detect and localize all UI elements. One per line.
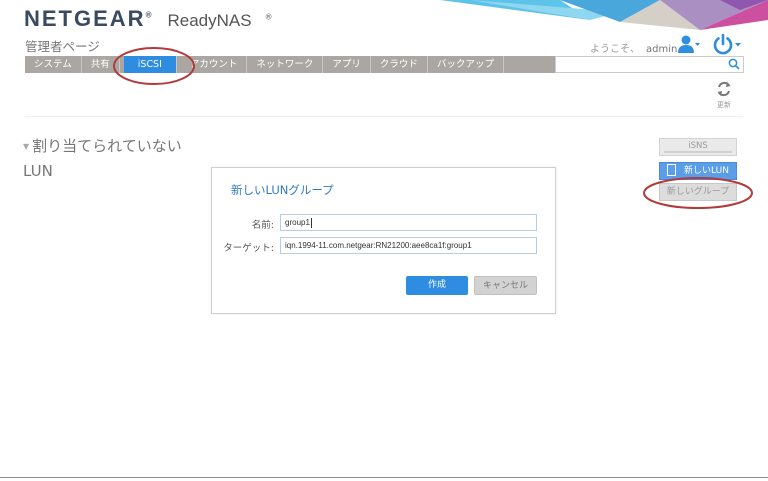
username: admin (646, 44, 678, 55)
divider (25, 116, 743, 117)
refresh-button[interactable]: 更新 (711, 80, 737, 112)
collapse-arrow-icon[interactable]: ▼ (23, 142, 29, 151)
tab-network[interactable]: ネットワーク (247, 56, 324, 73)
document-icon (667, 163, 677, 176)
product-name: ReadyNAS (167, 11, 252, 30)
tab-system[interactable]: システム (25, 56, 82, 73)
target-field[interactable]: iqn.1994-11.com.netgear:RN21200:aee8ca1f… (280, 237, 537, 254)
search-input[interactable] (555, 56, 744, 73)
tab-apps[interactable]: アプリ (323, 56, 371, 73)
isns-button[interactable]: iSNS (659, 138, 737, 156)
new-lun-button[interactable]: 新しいLUN (659, 162, 737, 180)
footer-divider (0, 477, 768, 478)
name-label: 名前: (251, 220, 274, 231)
refresh-label: 更新 (717, 101, 731, 109)
tab-shares[interactable]: 共有 (82, 56, 120, 73)
main-nav: システム 共有 iSCSI アカウント ネットワーク アプリ クラウド バックア… (25, 56, 555, 73)
new-group-button[interactable]: 新しいグループ (659, 183, 737, 201)
brand-name: NETGEAR (24, 6, 146, 31)
refresh-icon (717, 81, 731, 97)
text-cursor (310, 217, 312, 228)
page-title: 管理者ページ (25, 39, 100, 54)
section-title[interactable]: ▼ 割り当てられていないLUN (23, 134, 183, 184)
tab-cloud[interactable]: クラウド (371, 56, 428, 73)
netgear-logo: NETGEAR ® ReadyNAS ® (24, 6, 272, 31)
search-icon[interactable] (728, 58, 740, 70)
dialog-title: 新しいLUNグループ (231, 183, 334, 197)
power-menu-icon[interactable] (712, 33, 742, 55)
tab-accounts[interactable]: アカウント (181, 56, 248, 73)
target-label: ターゲット: (223, 243, 274, 254)
welcome-text: ようこそ、 admin (590, 44, 678, 55)
create-button[interactable]: 作成 (406, 276, 468, 295)
cancel-button[interactable]: キャンセル (474, 276, 537, 295)
new-lun-group-dialog: 新しいLUNグループ 名前: group1 ターゲット: iqn.1994-11… (211, 167, 556, 314)
tab-backup[interactable]: バックアップ (428, 56, 504, 73)
tab-iscsi[interactable]: iSCSI (123, 56, 177, 73)
name-field[interactable]: group1 (280, 214, 537, 231)
user-menu-icon[interactable] (678, 34, 700, 54)
